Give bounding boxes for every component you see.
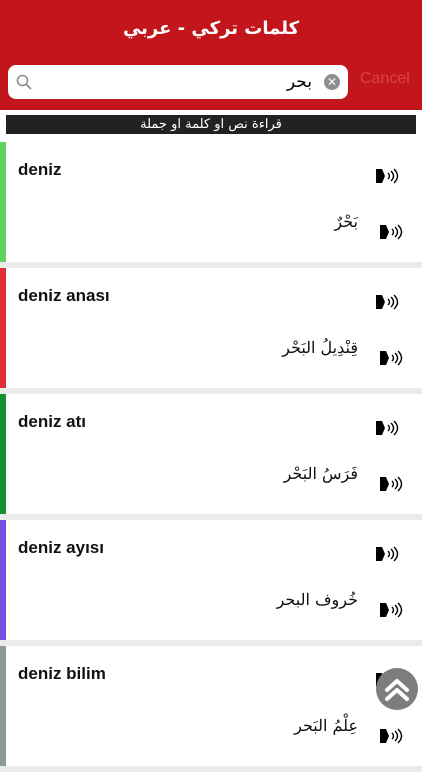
arabic-translation: خُروف البحر	[276, 590, 358, 609]
search-value: بحر	[286, 72, 312, 92]
speaker-icon[interactable]	[374, 292, 400, 312]
read-text-button[interactable]: قراءة نص او كلمة او جملة	[6, 115, 416, 134]
speaker-icon[interactable]	[378, 222, 404, 242]
color-stripe	[0, 520, 6, 640]
turkish-word: deniz anası	[18, 286, 110, 305]
color-stripe	[0, 394, 6, 514]
arabic-translation: بَحْرٌ	[334, 212, 358, 231]
app-header: كلمات تركي - عربي	[0, 0, 422, 56]
page-title: كلمات تركي - عربي	[122, 17, 300, 39]
search-bar: بحر ✕ Cancel	[0, 56, 422, 110]
clear-icon[interactable]: ✕	[324, 74, 340, 90]
search-icon	[16, 74, 32, 90]
chevron-up-icon	[385, 679, 409, 701]
speaker-icon[interactable]	[374, 544, 400, 564]
cancel-button[interactable]: Cancel	[360, 70, 420, 88]
speaker-icon[interactable]	[378, 726, 404, 746]
color-stripe	[0, 646, 6, 766]
turkish-word: deniz atı	[18, 412, 87, 431]
list-item[interactable]: deniz bilim عِلْمُ البَحر	[0, 646, 422, 766]
speaker-icon[interactable]	[378, 600, 404, 620]
color-stripe	[0, 142, 6, 262]
turkish-word: deniz bilim	[18, 664, 106, 683]
speaker-icon[interactable]	[378, 474, 404, 494]
results-list: deniz بَحْرٌ deniz anası قِنْدِيلُ البَح…	[0, 142, 422, 772]
turkish-word: deniz	[18, 160, 62, 179]
speaker-icon[interactable]	[374, 418, 400, 438]
list-item[interactable]: deniz anası قِنْدِيلُ البَحْر	[0, 268, 422, 388]
speaker-icon[interactable]	[374, 166, 400, 186]
list-item[interactable]: deniz بَحْرٌ	[0, 142, 422, 262]
turkish-word: deniz ayısı	[18, 538, 104, 557]
search-input[interactable]: بحر ✕	[8, 65, 348, 99]
list-item[interactable]: deniz ayısı خُروف البحر	[0, 520, 422, 640]
arabic-translation: عِلْمُ البَحر	[294, 716, 358, 735]
arabic-translation: فَرَسُ البَحْر	[283, 464, 358, 483]
list-item[interactable]: deniz atı فَرَسُ البَحْر	[0, 394, 422, 514]
speaker-icon[interactable]	[378, 348, 404, 368]
arabic-translation: قِنْدِيلُ البَحْر	[282, 338, 358, 357]
scroll-top-button[interactable]	[376, 668, 418, 710]
color-stripe	[0, 268, 6, 388]
